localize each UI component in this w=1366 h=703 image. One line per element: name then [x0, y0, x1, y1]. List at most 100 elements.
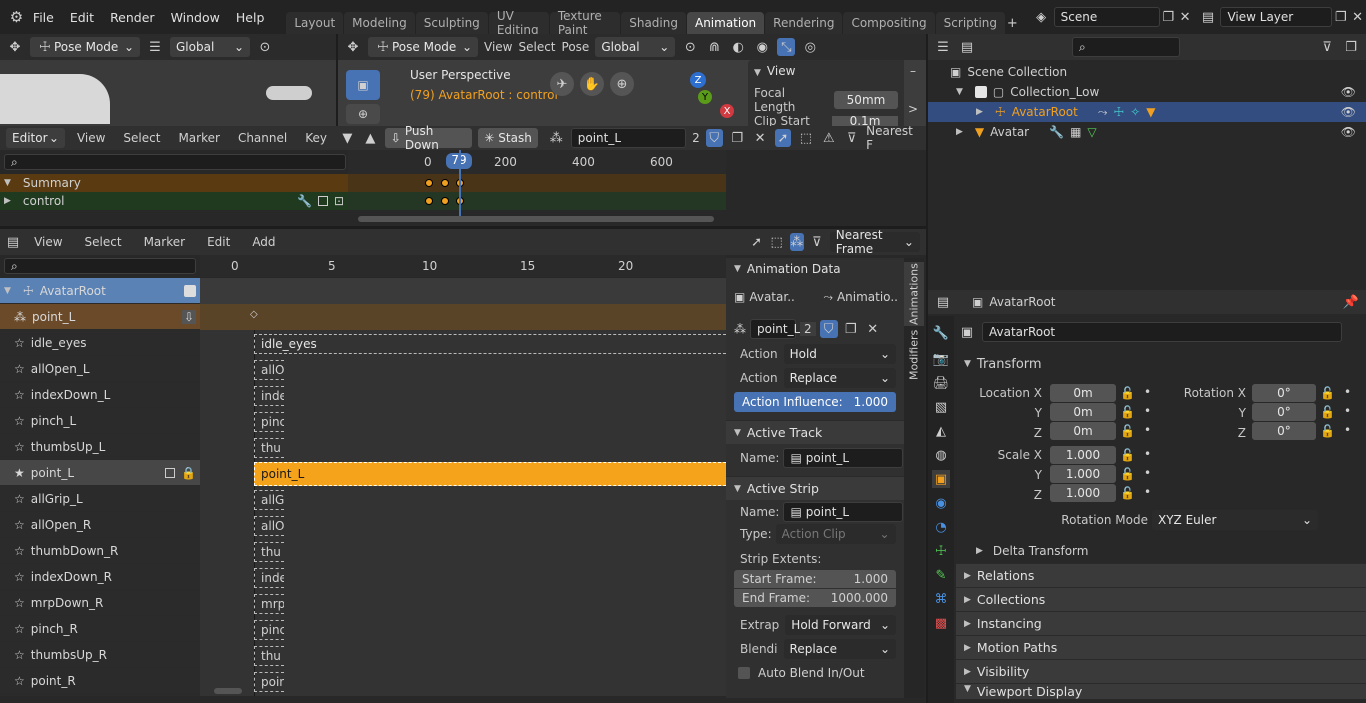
camera-icon[interactable]: ✈: [550, 72, 574, 96]
keyframe-marker[interactable]: [425, 197, 433, 205]
push-down-icon[interactable]: ⇩: [181, 309, 196, 324]
box-select-icon[interactable]: ⬚: [770, 233, 784, 251]
sidebar-action-field[interactable]: point_L: [750, 319, 800, 339]
nla-strip-active[interactable]: point_L: [254, 462, 726, 486]
world-tab-icon[interactable]: ◍: [932, 446, 950, 464]
eye-icon[interactable]: 👁: [1341, 125, 1356, 139]
rotation-mode-dropdown[interactable]: XYZ Euler ⌄: [1152, 510, 1318, 530]
lock-icon[interactable]: 🔓: [1320, 405, 1335, 419]
keyframe-dot-icon[interactable]: •: [1144, 423, 1151, 437]
filter-icon[interactable]: ⊽: [1318, 38, 1336, 56]
star-outline-icon[interactable]: ☆: [14, 674, 25, 688]
nla-action-line-row[interactable]: ⁂ point_L ⇩: [0, 304, 200, 330]
ae-horizontal-scrollbar[interactable]: [358, 216, 714, 222]
lock-icon[interactable]: 🔓: [1120, 424, 1135, 438]
outliner-search-input[interactable]: ⌕: [1072, 37, 1180, 57]
star-outline-icon[interactable]: ☆: [14, 492, 25, 506]
pivot-icon[interactable]: ⊙: [681, 38, 699, 56]
nla-track-row[interactable]: ☆ mrpDown_R: [0, 590, 200, 616]
collection-low-row[interactable]: ▼ ▢ Collection_Low 👁: [928, 82, 1366, 102]
relations-section[interactable]: ▶ Relations: [956, 563, 1366, 587]
viewport-display-section[interactable]: ▼ Viewport Display: [956, 683, 1366, 699]
action-influence-slider[interactable]: Action Influence: 1.000: [734, 392, 896, 412]
keyframe-marker[interactable]: [441, 197, 449, 205]
rotation-z-field[interactable]: 0°: [1252, 422, 1316, 440]
tab-modeling[interactable]: Modeling: [344, 12, 415, 34]
new-view-layer-icon[interactable]: ❐: [1332, 8, 1349, 26]
star-filled-icon[interactable]: ★: [14, 466, 25, 480]
wrench-icon[interactable]: 🔧: [297, 194, 312, 208]
keyframe-diamond-icon[interactable]: ◇: [250, 309, 258, 320]
keyframe-dot-icon[interactable]: •: [1144, 385, 1151, 399]
nla-strip[interactable]: inde: [254, 568, 284, 588]
focal-length-field[interactable]: 50mm: [834, 91, 898, 109]
output-tab-icon[interactable]: 🖨: [932, 374, 950, 392]
zoom-icon[interactable]: ⊕: [610, 72, 634, 96]
anim-data-object[interactable]: Avatar..: [749, 290, 819, 304]
keyframe-dot-icon[interactable]: •: [1344, 423, 1351, 437]
nla-track-row[interactable]: ☆ allOpen_R: [0, 512, 200, 538]
nla-horizontal-scrollbar[interactable]: [214, 688, 242, 694]
tab-modifiers[interactable]: Modifiers: [904, 328, 924, 382]
nla-strip[interactable]: mrp: [254, 594, 284, 614]
action-users-count[interactable]: 2: [692, 131, 700, 145]
strip-name-field[interactable]: ▤ point_L: [783, 502, 904, 522]
nla-menu-edit[interactable]: Edit: [199, 235, 238, 249]
remove-scene-icon[interactable]: ✕: [1177, 8, 1194, 26]
display-mode-icon[interactable]: ▤: [958, 38, 976, 56]
modifier-tab-icon[interactable]: ◉: [932, 494, 950, 512]
menu-help[interactable]: Help: [228, 10, 273, 25]
scene-field[interactable]: Scene: [1053, 7, 1160, 27]
star-outline-icon[interactable]: ☆: [14, 414, 25, 428]
object-tab-icon[interactable]: ▣: [932, 470, 950, 488]
tab-animation[interactable]: Animation: [686, 12, 765, 34]
nla-track-row[interactable]: ☆ allOpen_L: [0, 356, 200, 382]
hamburger-icon[interactable]: ☰: [146, 38, 164, 56]
action-hold-dropdown[interactable]: Hold ⌄: [783, 344, 896, 364]
nla-strip[interactable]: pinc: [254, 412, 284, 432]
lock-icon[interactable]: 🔓: [1120, 486, 1135, 500]
viewport-menu-view[interactable]: View: [484, 40, 512, 54]
nla-track-row[interactable]: ☆ pinch_R: [0, 616, 200, 642]
nla-strip[interactable]: allO: [254, 516, 284, 536]
view-panel-header[interactable]: ▼ View: [754, 64, 898, 78]
main-viewport[interactable]: ✥ ☩ Pose Mode ⌄ View Select Pose Global ⌄ ⊙…: [338, 34, 926, 126]
menu-edit[interactable]: Edit: [62, 10, 102, 25]
menu-window[interactable]: Window: [163, 10, 228, 25]
pose-mode-dropdown[interactable]: ☩ Pose Mode ⌄: [368, 37, 478, 57]
transform-header[interactable]: ▼ Transform: [956, 352, 1366, 376]
warning-icon[interactable]: ⚠: [820, 129, 837, 147]
duplicate-icon[interactable]: ❐: [729, 129, 746, 147]
nla-strip-area[interactable]: ◇ idle_eyes allO inde pinc thu point_L a…: [200, 278, 726, 696]
properties-editor-icon[interactable]: ▤: [934, 293, 952, 311]
star-outline-icon[interactable]: ☆: [14, 440, 25, 454]
lock-icon[interactable]: 🔒: [181, 466, 196, 480]
ae-menu-select[interactable]: Select: [117, 131, 166, 145]
proportional-icon[interactable]: ◐: [729, 38, 747, 56]
left-mode-dropdown[interactable]: ☩ Pose Mode ⌄: [30, 37, 140, 57]
rotation-x-field[interactable]: 0°: [1252, 384, 1316, 402]
nla-track-row[interactable]: ☆ thumbDown_R: [0, 538, 200, 564]
location-z-field[interactable]: 0m: [1050, 422, 1116, 440]
viewport-menu-select[interactable]: Select: [518, 40, 555, 54]
tab-uv-editing[interactable]: UV Editing: [488, 9, 549, 37]
lock-icon[interactable]: 🔓: [1120, 448, 1135, 462]
avatar-row[interactable]: ▶ ▼ Avatar 🔧 ▦ ▽ 👁: [928, 122, 1366, 142]
nla-strip[interactable]: allO: [254, 360, 284, 380]
action-blend-dropdown[interactable]: Replace ⌄: [783, 368, 896, 388]
ae-ruler[interactable]: 0 200 400 600 79: [348, 150, 726, 174]
scene-collection-row[interactable]: ▣ Scene Collection: [928, 62, 1366, 82]
nla-track-row[interactable]: ☆ idle_eyes: [0, 330, 200, 356]
checkbox-icon[interactable]: [184, 284, 196, 297]
blender-logo-icon[interactable]: ⚙: [8, 8, 25, 26]
axis-z-icon[interactable]: Z: [690, 72, 706, 88]
tab-texture-paint[interactable]: Texture Paint: [549, 9, 621, 37]
editor-type-icon[interactable]: ✥: [344, 38, 362, 56]
ae-playhead[interactable]: [459, 150, 461, 216]
scale-y-field[interactable]: 1.000: [1050, 465, 1116, 483]
nla-track-row[interactable]: ☆ indexDown_L: [0, 382, 200, 408]
render-tab-icon[interactable]: 📷: [932, 350, 950, 368]
star-outline-icon[interactable]: ☆: [14, 544, 25, 558]
visibility-section[interactable]: ▶ Visibility: [956, 659, 1366, 683]
unlink-icon[interactable]: ✕: [752, 129, 769, 147]
